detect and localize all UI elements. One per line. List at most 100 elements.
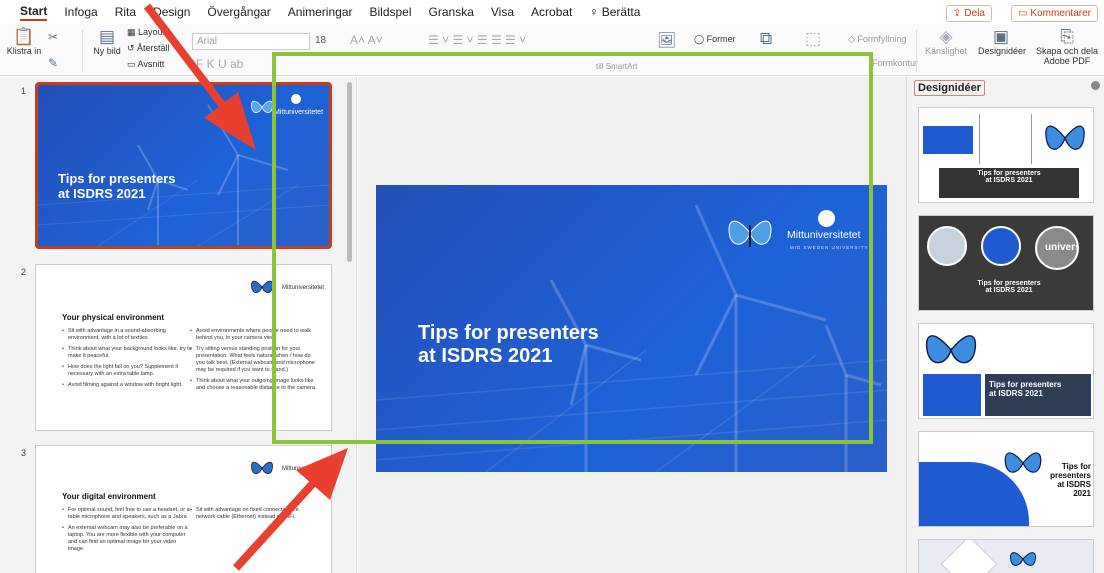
list-item: Think about what your background looks l… <box>62 346 192 360</box>
idea-title-line: presenters <box>1050 471 1091 480</box>
main-slide-logo-subtitle: MID SWEDEN UNIVERSITY <box>790 245 869 250</box>
cut-button[interactable]: ✂ <box>44 28 62 46</box>
reset-button[interactable]: ↺ Återställ <box>127 43 170 54</box>
tab-infoga[interactable]: Infoga <box>64 5 97 19</box>
main-slide-title[interactable]: Tips for presenters at ISDRS 2021 <box>418 322 599 368</box>
idea-title-line: Tips for presenters <box>989 380 1062 389</box>
increase-font-icon[interactable]: A˄ A˅ <box>350 33 383 47</box>
section-button[interactable]: ▭ Avsnitt <box>127 59 164 70</box>
slide-thumbnail-3[interactable]: Mittuniversitetet Your digital environme… <box>35 445 332 573</box>
design-idea-3[interactable]: Tips for presenters at ISDRS 2021 <box>918 323 1094 419</box>
divider <box>82 30 83 72</box>
font-name-select[interactable]: Arial <box>192 33 310 50</box>
quick-styles-button[interactable]: ⬚ <box>805 30 821 48</box>
designer-icon: ▣ <box>992 27 1010 46</box>
butterfly-image <box>1010 552 1036 566</box>
tab-visa[interactable]: Visa <box>491 5 514 19</box>
design-idea-1[interactable]: Tips for presenters at ISDRS 2021 <box>918 107 1094 203</box>
slide-logo-text: Mittuniversitetet <box>282 285 325 291</box>
comments-button[interactable]: ▭ Kommentarer <box>1010 5 1098 22</box>
slide-thumbnail-pane: 1 Mittuniversitetet Tips for presenters … <box>0 77 357 573</box>
tab-animeringar[interactable]: Animeringar <box>288 5 353 19</box>
font-format-icons[interactable]: F K U ab <box>196 57 243 71</box>
arrange-button[interactable]: ⧉ <box>760 30 772 48</box>
font-size-select[interactable]: 18 <box>312 33 348 50</box>
scissors-icon: ✂ <box>47 30 59 44</box>
tab-acrobat[interactable]: Acrobat <box>531 5 572 19</box>
comments-label: Kommentarer <box>1030 8 1091 19</box>
share-button[interactable]: ⇪ Dela <box>946 5 992 22</box>
designer-button[interactable]: ▣ Designidéer <box>978 27 1026 57</box>
main-slide-title-line: Tips for presenters <box>418 322 599 344</box>
design-idea-2[interactable]: universi Tips for presenters at ISDRS 20… <box>918 215 1094 311</box>
idea-title: Tips for presenters at ISDRS 2021 <box>939 170 1079 184</box>
tab-design[interactable]: Design <box>153 5 190 19</box>
ribbon-toolbar: 📋 Klistra in ✂ ✎ ▤ Ny bild ▦ Layout ↺ Åt… <box>0 24 1104 76</box>
list-item: An external webcam may also be preferabl… <box>62 525 192 553</box>
list-item: For optimal sound, feel free to use a he… <box>62 507 192 521</box>
adobe-label-1: Skapa och dela <box>1035 46 1099 56</box>
new-slide-icon: ▤ <box>98 27 116 46</box>
sensitivity-label: Känslighet <box>924 46 968 56</box>
list-item: How does the light fall on you? Suppleme… <box>62 364 192 378</box>
design-idea-4[interactable]: Tips for presenters at ISDRS 2021 <box>918 431 1094 527</box>
list-item: Try sitting versus standing position for… <box>190 346 320 374</box>
picture-button[interactable]: 🖼 <box>657 31 676 49</box>
design-idea-5[interactable] <box>918 539 1094 573</box>
shape-outline-button[interactable]: Formkontur <box>872 58 918 68</box>
new-slide-button[interactable]: ▤ Ny bild <box>90 27 124 57</box>
butterfly-image <box>925 335 977 364</box>
tab-rita[interactable]: Rita <box>115 5 136 19</box>
shapes-icon: ◯ <box>694 34 707 44</box>
idea-title: Tips for presenters at ISDRS 2021 <box>989 380 1089 398</box>
layout-button[interactable]: ▦ Layout <box>127 27 165 38</box>
list-icons[interactable]: ☰ ˅ ☰ ˅ ☰ ☰ ☰ ˅ <box>428 33 526 47</box>
paste-button[interactable]: 📋 Klistra in <box>6 27 42 57</box>
slide-number: 2 <box>21 267 27 277</box>
slide-heading: Your physical environment <box>62 313 165 322</box>
butterfly-logo-icon <box>728 220 772 247</box>
tab-overgangar[interactable]: Övergångar <box>207 5 270 19</box>
bullet-list-right: Avoid environments where people need to … <box>190 328 320 396</box>
slide-editor[interactable]: Mittuniversitetet MID SWEDEN UNIVERSITY … <box>358 77 906 573</box>
idea-title-line: at ISDRS 2021 <box>985 177 1033 184</box>
slide-thumbnail-2[interactable]: Mittuniversitetet Your physical environm… <box>35 264 332 431</box>
butterfly-image <box>1004 452 1042 473</box>
lightbulb-icon: ♀ <box>589 5 599 19</box>
tab-bildspel[interactable]: Bildspel <box>370 5 412 19</box>
arrange-icon: ⧉ <box>760 29 773 48</box>
tab-granska[interactable]: Granska <box>429 5 474 19</box>
slide-number: 1 <box>21 86 27 96</box>
main-slide-logo-text: Mittuniversitetet <box>787 229 861 241</box>
smartart-label[interactable]: till SmartArt <box>596 62 637 71</box>
university-logo-icon <box>818 210 835 227</box>
section-icon: ▭ <box>127 59 138 69</box>
share-label: Dela <box>964 8 985 19</box>
main-slide[interactable]: Mittuniversitetet MID SWEDEN UNIVERSITY … <box>376 185 887 472</box>
thumbnail-scrollbar[interactable] <box>347 82 352 262</box>
design-ideas-pane: Designidéer Tips for presenters at ISDRS… <box>906 77 1104 573</box>
ribbon-tabs: Start Infoga Rita Design Övergångar Anim… <box>0 0 1104 24</box>
tab-start[interactable]: Start <box>20 4 48 21</box>
layout-label: Layout <box>138 27 166 37</box>
idea-title-line: at ISDRS <box>1057 480 1091 489</box>
layout-icon: ▦ <box>127 27 139 37</box>
slide-thumbnail-1[interactable]: Mittuniversitetet Tips for presenters at… <box>35 82 332 249</box>
adobe-pdf-button[interactable]: ⎘ Skapa och dela Adobe PDF <box>1034 28 1100 67</box>
bullet-list-left: Sit with advantage in a sound-absorbing … <box>62 328 192 393</box>
slide-title-line: Tips for presenters <box>58 171 176 186</box>
tell-me-search[interactable]: ♀ Berätta <box>589 5 640 19</box>
butterfly-logo-icon <box>251 461 273 474</box>
close-icon[interactable] <box>1091 81 1100 90</box>
sensitivity-icon: ◈ <box>939 27 953 46</box>
comment-icon: ▭ <box>1017 8 1028 19</box>
slide-heading: Your digital environment <box>62 492 156 501</box>
idea-title-line: Tips for presenters <box>977 170 1041 177</box>
clipboard-icon: 📋 <box>13 27 35 46</box>
design-ideas-header: Designidéer <box>914 80 985 96</box>
sensitivity-button[interactable]: ◈ Känslighet <box>924 27 968 57</box>
bullet-list-left: For optimal sound, feel free to use a he… <box>62 507 192 557</box>
shapes-button[interactable]: ◯ Former <box>694 34 736 45</box>
format-painter-button[interactable]: ✎ <box>44 54 62 72</box>
shape-fill-button[interactable]: ◇ Formfyllning <box>848 34 906 45</box>
